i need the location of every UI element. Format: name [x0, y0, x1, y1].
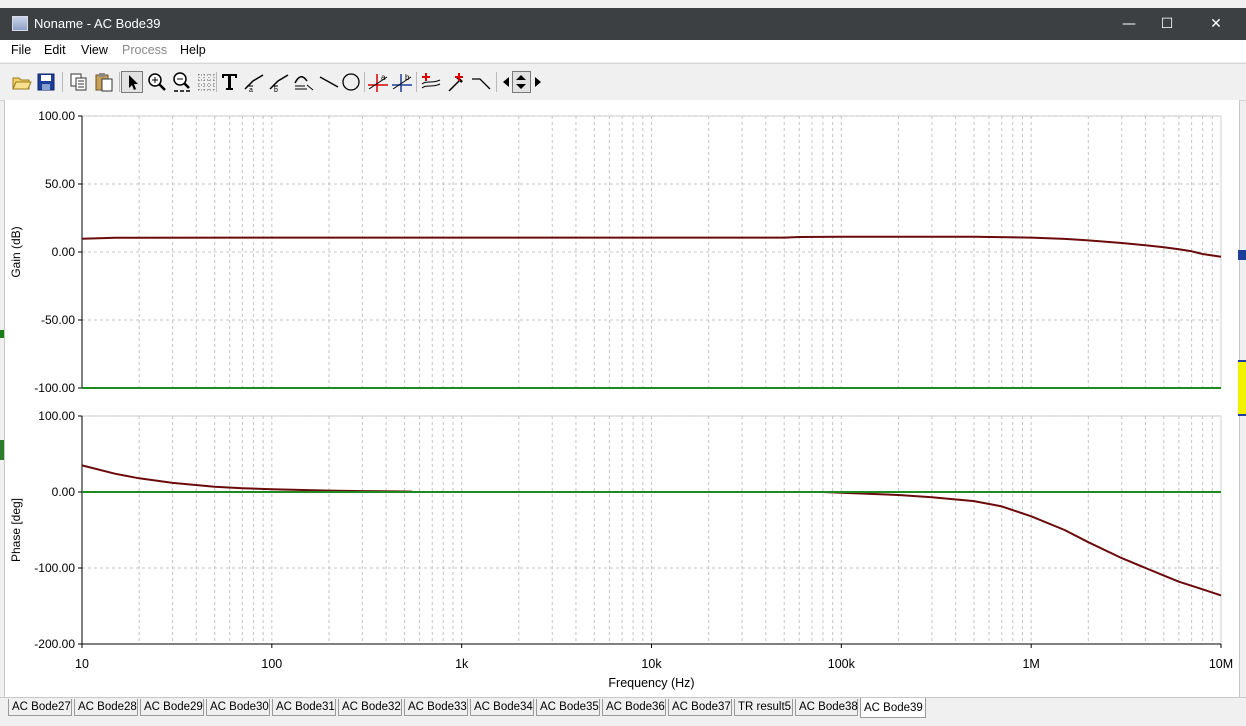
- toolbar-separator: [416, 72, 417, 92]
- maximize-button[interactable]: ☐: [1144, 8, 1190, 40]
- tab-ac-bode36[interactable]: AC Bode36: [602, 699, 666, 716]
- paste-icon[interactable]: [93, 71, 115, 93]
- menu-bar: File Edit View Process Help: [0, 40, 1246, 62]
- toolbar-separator: [216, 72, 217, 92]
- nav-right-icon[interactable]: [532, 71, 545, 93]
- y-tick-label: -200.00: [34, 637, 75, 651]
- cursor-b-icon[interactable]: b: [268, 71, 290, 94]
- copy-icon[interactable]: [68, 71, 90, 93]
- menu-view[interactable]: View: [81, 43, 108, 57]
- y-tick-label: 50.00: [45, 177, 75, 191]
- menu-help[interactable]: Help: [180, 43, 206, 57]
- tab-ac-bode27[interactable]: AC Bode27: [8, 699, 72, 716]
- svg-text:b: b: [405, 73, 410, 82]
- y-axis-label: Gain (dB): [9, 226, 23, 277]
- x-tick-label: 10: [75, 657, 89, 671]
- add-trace-icon[interactable]: [420, 71, 442, 93]
- plot-area: 100.00 50.00 0.00 -50.00 -100.00 Gain (dB) 100…: [4, 100, 1240, 698]
- tab-tr-result5[interactable]: TR result5: [734, 699, 793, 716]
- y-tick-label: 0.00: [52, 485, 76, 499]
- menu-process[interactable]: Process: [122, 43, 167, 57]
- x-tick-label: 100: [261, 657, 282, 671]
- toolbar-separator: [496, 72, 497, 92]
- background-window-edge: [1238, 250, 1246, 260]
- text-icon[interactable]: [219, 71, 241, 93]
- background-window-edge: [0, 440, 4, 460]
- background-window-edge: [1238, 360, 1246, 416]
- menu-file[interactable]: File: [11, 43, 31, 57]
- y-tick-label: 100.00: [38, 109, 75, 123]
- window-title: Noname - AC Bode39: [34, 16, 161, 31]
- tab-ac-bode28[interactable]: AC Bode28: [74, 699, 138, 716]
- curve-icon[interactable]: [293, 71, 315, 93]
- y-tick-label: -100.00: [34, 381, 75, 395]
- pointer-icon[interactable]: [121, 71, 143, 93]
- line-icon[interactable]: [318, 71, 340, 93]
- tab-ac-bode37[interactable]: AC Bode37: [668, 699, 732, 716]
- cursor-a-icon[interactable]: a: [243, 71, 265, 94]
- x-tick-label: 100k: [828, 657, 856, 671]
- y-tick-label: 100.00: [38, 409, 75, 423]
- toolbar-separator: [119, 72, 120, 92]
- tab-ac-bode32[interactable]: AC Bode32: [338, 699, 402, 716]
- svg-text:a: a: [249, 87, 253, 93]
- sheet-tabs: AC Bode27 AC Bode28 AC Bode29 AC Bode30 AC B…: [0, 697, 1246, 726]
- x-tick-label: 10k: [641, 657, 662, 671]
- marker-a-icon[interactable]: a: [367, 71, 389, 93]
- nav-updown-icon[interactable]: [512, 71, 531, 93]
- x-axis-label: Frequency (Hz): [608, 676, 694, 690]
- title-bar[interactable]: Noname - AC Bode39 — ☐ ✕: [0, 8, 1246, 40]
- x-tick-label: 10M: [1209, 657, 1233, 671]
- tab-ac-bode34[interactable]: AC Bode34: [470, 699, 534, 716]
- y-tick-label: -100.00: [34, 561, 75, 575]
- background-window-edge: [0, 330, 4, 338]
- app-icon: [12, 16, 28, 31]
- open-folder-icon[interactable]: [10, 71, 32, 93]
- y-tick-label: -50.00: [41, 313, 75, 327]
- grid-icon[interactable]: [195, 71, 217, 93]
- slope-icon[interactable]: [470, 71, 492, 93]
- bode-plot-svg[interactable]: 100.0050.000.00-50.00-100.00Gain (dB)100…: [5, 100, 1239, 698]
- close-button[interactable]: ✕: [1193, 8, 1239, 40]
- tab-ac-bode31[interactable]: AC Bode31: [272, 699, 336, 716]
- toolbar: a b a b: [0, 63, 1246, 101]
- marker-b-icon[interactable]: b: [391, 71, 413, 93]
- svg-text:b: b: [274, 87, 278, 93]
- tab-ac-bode39[interactable]: AC Bode39: [860, 698, 926, 718]
- save-icon[interactable]: [35, 71, 57, 93]
- zoom-in-icon[interactable]: [146, 71, 168, 93]
- tab-ac-bode30[interactable]: AC Bode30: [206, 699, 270, 716]
- circle-icon[interactable]: [340, 71, 362, 93]
- tab-ac-bode33[interactable]: AC Bode33: [404, 699, 468, 716]
- probe-icon[interactable]: [445, 71, 467, 93]
- zoom-out-100-icon[interactable]: [171, 71, 193, 93]
- y-tick-label: 0.00: [52, 245, 76, 259]
- tab-ac-bode35[interactable]: AC Bode35: [536, 699, 600, 716]
- tab-ac-bode38[interactable]: AC Bode38: [795, 699, 858, 716]
- bode-window: Noname - AC Bode39 — ☐ ✕ File Edit View …: [0, 0, 1246, 726]
- x-tick-label: 1k: [455, 657, 469, 671]
- nav-left-icon[interactable]: [499, 71, 512, 93]
- svg-text:a: a: [381, 73, 386, 82]
- toolbar-separator: [62, 72, 63, 92]
- tab-ac-bode29[interactable]: AC Bode29: [140, 699, 204, 716]
- toolbar-separator: [364, 72, 365, 92]
- menu-edit[interactable]: Edit: [44, 43, 66, 57]
- x-tick-label: 1M: [1022, 657, 1039, 671]
- y-axis-label: Phase [deg]: [9, 498, 23, 562]
